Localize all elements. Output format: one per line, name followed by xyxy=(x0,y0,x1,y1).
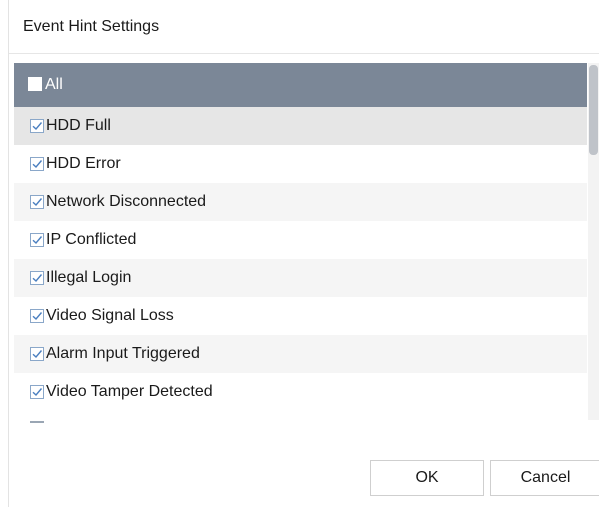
video-tamper-detected-checkbox[interactable] xyxy=(30,385,44,399)
next-item-checkbox-partial[interactable] xyxy=(30,421,44,423)
checkmark-icon xyxy=(32,236,43,245)
list-item-label: IP Conflicted xyxy=(46,231,137,248)
dialog-border xyxy=(8,0,9,507)
dialog-title: Event Hint Settings xyxy=(23,18,160,35)
list-header-all[interactable]: All xyxy=(14,63,587,107)
list-item-label: Network Disconnected xyxy=(46,193,207,210)
list-item-label: Video Tamper Detected xyxy=(46,383,213,400)
checkmark-icon xyxy=(32,160,43,169)
list-item-illegal-login[interactable]: Illegal Login xyxy=(14,259,587,297)
list-item-label: Alarm Input Triggered xyxy=(46,345,200,362)
hdd-full-checkbox[interactable] xyxy=(30,119,44,133)
select-all-label: All xyxy=(45,76,63,93)
event-list: All HDD Full HDD Error Network Disconnec… xyxy=(14,63,587,420)
hdd-error-checkbox[interactable] xyxy=(30,157,44,171)
cancel-button[interactable]: Cancel xyxy=(490,460,599,496)
list-item-hdd-full[interactable]: HDD Full xyxy=(14,107,587,145)
checkmark-icon xyxy=(32,312,43,321)
ip-conflicted-checkbox[interactable] xyxy=(30,233,44,247)
list-item-video-signal-loss[interactable]: Video Signal Loss xyxy=(14,297,587,335)
event-hint-settings-dialog: Event Hint Settings All HDD Full HDD Err… xyxy=(0,0,599,507)
list-item-network-disconnected[interactable]: Network Disconnected xyxy=(14,183,587,221)
list-item-label: HDD Full xyxy=(46,117,111,134)
list-item-alarm-input-triggered[interactable]: Alarm Input Triggered xyxy=(14,335,587,373)
checkmark-icon xyxy=(32,122,43,131)
dialog-title-bar: Event Hint Settings xyxy=(9,0,599,54)
alarm-input-triggered-checkbox[interactable] xyxy=(30,347,44,361)
select-all-checkbox[interactable] xyxy=(28,77,42,91)
list-item-ip-conflicted[interactable]: IP Conflicted xyxy=(14,221,587,259)
network-disconnected-checkbox[interactable] xyxy=(30,195,44,209)
list-scrollbar-thumb[interactable] xyxy=(589,65,598,155)
list-item-video-tamper-detected[interactable]: Video Tamper Detected xyxy=(14,373,587,411)
list-item-label: HDD Error xyxy=(46,155,121,172)
checkmark-icon xyxy=(32,198,43,207)
checkmark-icon xyxy=(32,388,43,397)
ok-button[interactable]: OK xyxy=(370,460,484,496)
list-item-label: Video Signal Loss xyxy=(46,307,174,324)
illegal-login-checkbox[interactable] xyxy=(30,271,44,285)
list-item-label: Illegal Login xyxy=(46,269,132,286)
video-signal-loss-checkbox[interactable] xyxy=(30,309,44,323)
checkmark-icon xyxy=(32,350,43,359)
checkmark-icon xyxy=(32,274,43,283)
list-item-hdd-error[interactable]: HDD Error xyxy=(14,145,587,183)
